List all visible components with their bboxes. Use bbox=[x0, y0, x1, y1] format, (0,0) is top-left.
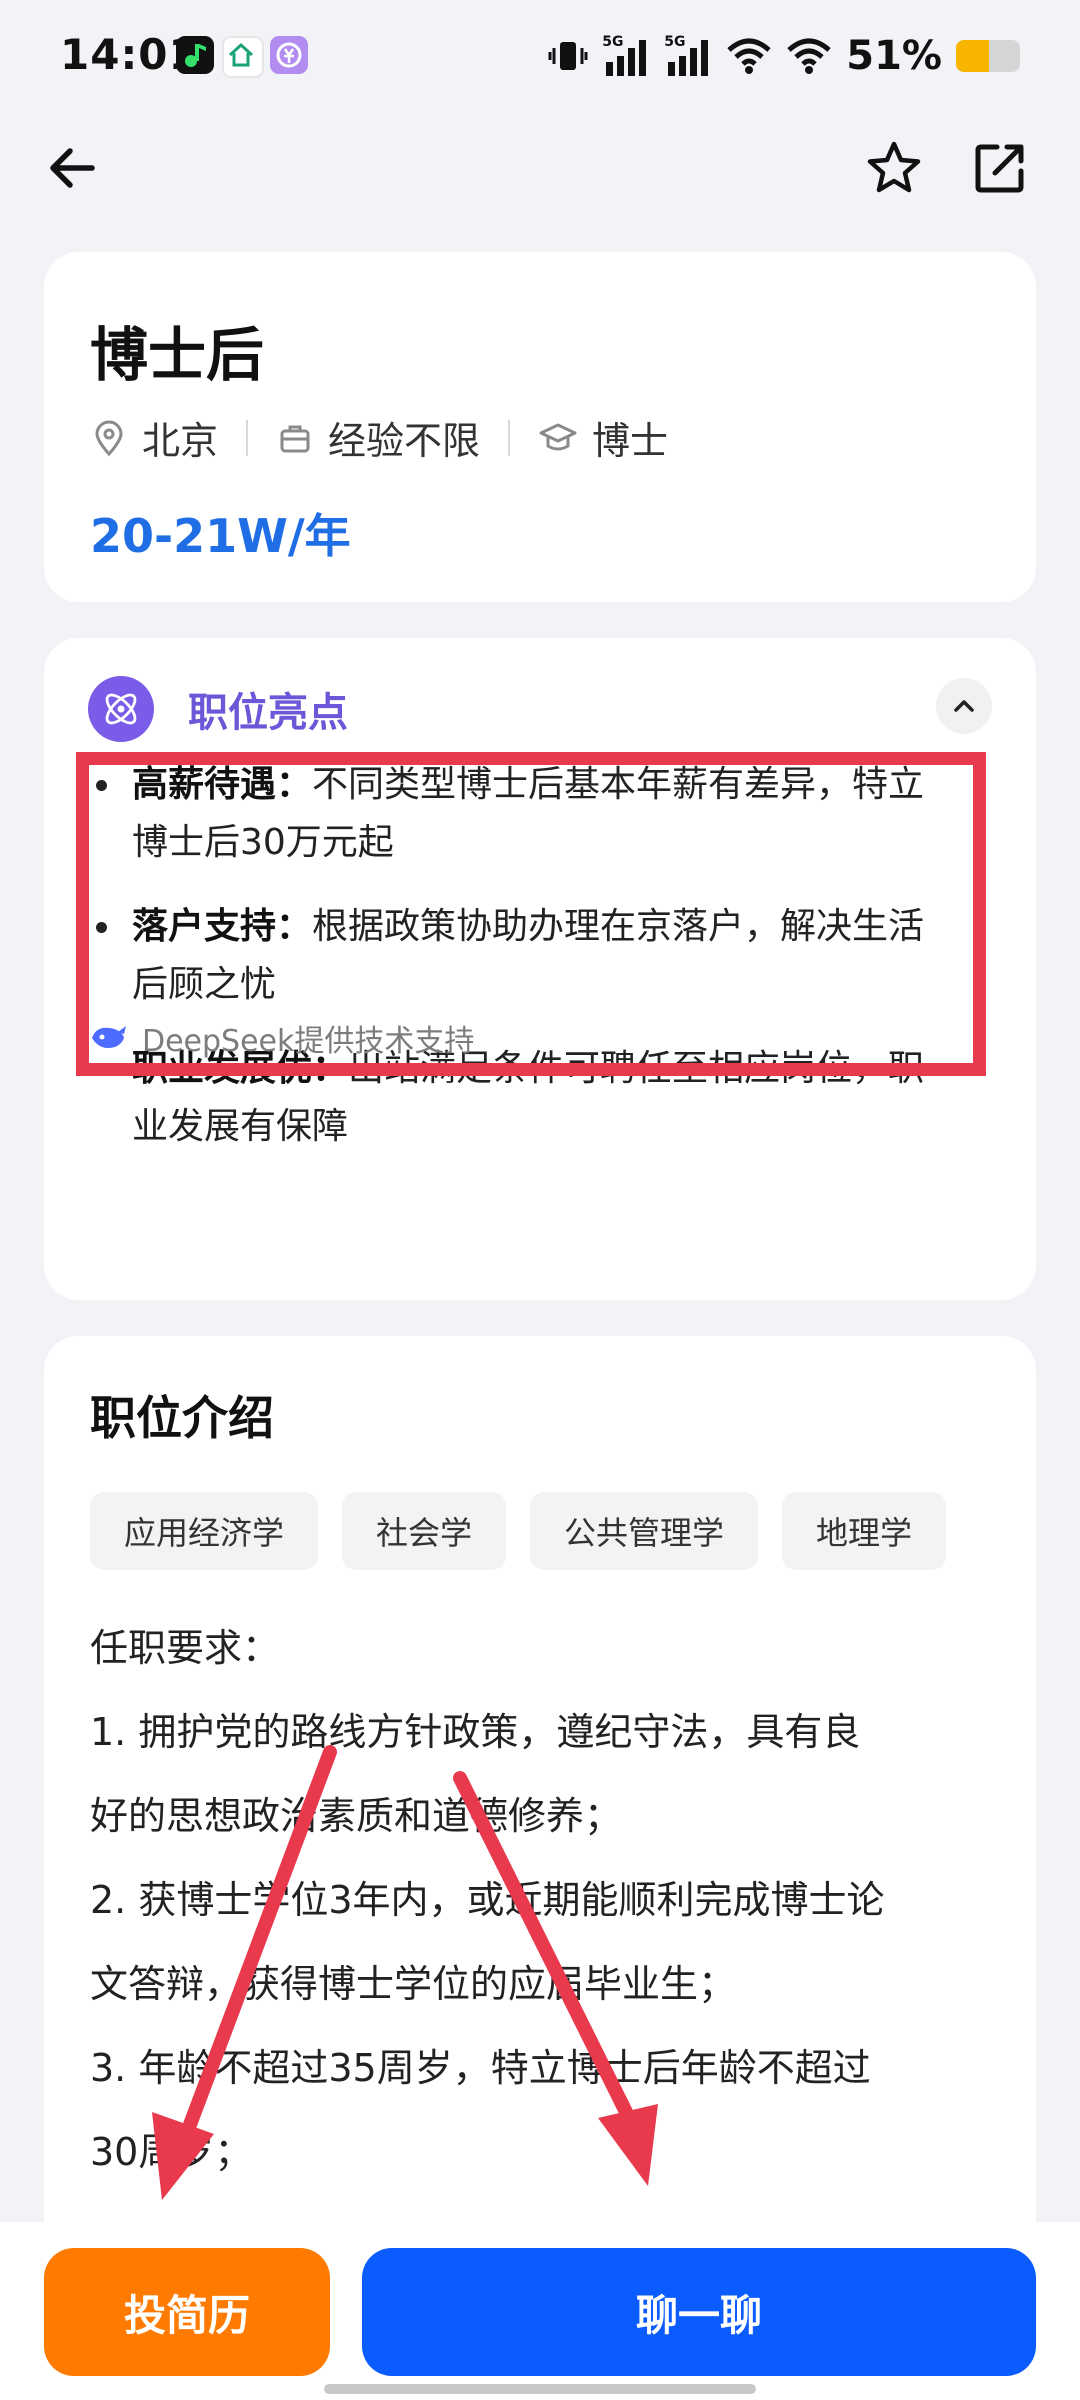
home-indicator[interactable] bbox=[324, 2384, 756, 2394]
highlights-title: 职位亮点 bbox=[188, 690, 348, 736]
requirements-text: 任职要求： 1. 拥护党的路线方针政策，遵纪守法，具有良 好的思想政治素质和道德… bbox=[90, 1606, 1010, 2194]
chevron-up-icon bbox=[954, 700, 974, 712]
vibrate-icon bbox=[548, 42, 588, 70]
experience-text: 经验不限 bbox=[328, 419, 481, 463]
requirement-line: 30周岁； bbox=[90, 2130, 253, 2174]
requirement-line: 任职要求： bbox=[90, 1626, 281, 1670]
status-indicators: 5G 5G 51% bbox=[548, 30, 1020, 82]
briefcase-icon bbox=[280, 425, 310, 452]
deepseek-credit: DeepSeek提供技术支持 bbox=[88, 1016, 474, 1060]
meta-divider bbox=[508, 419, 511, 456]
apply-resume-button[interactable]: 投简历 bbox=[44, 2248, 330, 2376]
collapse-button[interactable] bbox=[936, 678, 992, 734]
discipline-tags: 应用经济学 社会学 公共管理学 地理学 bbox=[90, 1492, 947, 1570]
degree-text: 博士 bbox=[592, 419, 669, 463]
requirement-line: 1. 拥护党的路线方针政策，遵纪守法，具有良 bbox=[90, 1710, 861, 1754]
nav-bar bbox=[0, 126, 1080, 210]
battery-percent: 51% bbox=[846, 33, 942, 79]
status-bar: 14:01 5G 5G 51% bbox=[0, 0, 1080, 112]
wifi-icon bbox=[727, 38, 771, 74]
meta-divider bbox=[246, 419, 249, 456]
tag[interactable]: 地理学 bbox=[782, 1492, 947, 1570]
back-button[interactable] bbox=[30, 126, 114, 210]
highlights-header: 职位亮点 bbox=[88, 676, 348, 742]
job-meta: 北京 经验不限 博士 bbox=[90, 410, 668, 465]
music-app-icon bbox=[176, 36, 214, 74]
highlight-text-cont: 业发展有保障 bbox=[132, 1106, 349, 1147]
favorite-button[interactable] bbox=[852, 126, 936, 210]
job-title: 博士后 bbox=[90, 321, 265, 389]
share-button[interactable] bbox=[958, 126, 1042, 210]
battery-icon bbox=[956, 40, 1020, 72]
wifi-icon-2 bbox=[787, 38, 831, 74]
highlights-card: 职位亮点 高薪待遇：不同类型博士后基本年薪有差异，特立 博士后30万元起 落户支… bbox=[44, 638, 1036, 1300]
arrow-left-icon bbox=[50, 148, 95, 188]
wallet-app-icon bbox=[270, 36, 308, 74]
deepseek-whale-icon bbox=[92, 1026, 126, 1048]
tag[interactable]: 公共管理学 bbox=[530, 1492, 759, 1570]
signal-5g-1-icon: 5G bbox=[602, 34, 650, 78]
job-header-card: 博士后 北京 经验不限 博士 20-21W/年 bbox=[44, 252, 1036, 602]
requirement-line: 文答辩，获得博士学位的应届毕业生； bbox=[90, 1962, 737, 2006]
salary: 20-21W/年 bbox=[90, 509, 351, 563]
experience-item: 经验不限 bbox=[276, 410, 480, 465]
tag[interactable]: 应用经济学 bbox=[90, 1492, 319, 1570]
requirement-line: 好的思想政治素质和道德修养； bbox=[90, 1794, 623, 1838]
battery-fill bbox=[956, 40, 989, 72]
graduation-cap-icon bbox=[539, 423, 577, 450]
requirement-line: 3. 年龄不超过35周岁，特立博士后年龄不超过 bbox=[90, 2046, 871, 2090]
signal-5g-2-icon: 5G bbox=[664, 34, 712, 78]
location-pin-icon bbox=[95, 420, 123, 456]
home-app-icon bbox=[222, 36, 264, 78]
job-intro-card: 职位介绍 应用经济学 社会学 公共管理学 地理学 任职要求： 1. 拥护党的路线… bbox=[44, 1336, 1036, 2256]
deepseek-text: DeepSeek提供技术支持 bbox=[142, 1024, 475, 1059]
degree-item: 博士 bbox=[538, 410, 668, 465]
bottom-action-bar: 投简历 聊一聊 bbox=[0, 2222, 1080, 2400]
location-item: 北京 bbox=[90, 410, 218, 465]
location-text: 北京 bbox=[142, 419, 219, 463]
atom-icon bbox=[88, 676, 154, 742]
tag[interactable]: 社会学 bbox=[342, 1492, 507, 1570]
share-icon bbox=[975, 144, 1024, 193]
star-outline-icon bbox=[867, 141, 921, 193]
requirement-line: 2. 获博士学位3年内，或近期能顺利完成博士论 bbox=[90, 1878, 885, 1922]
chat-button[interactable]: 聊一聊 bbox=[362, 2248, 1036, 2376]
intro-title: 职位介绍 bbox=[90, 1391, 274, 1445]
